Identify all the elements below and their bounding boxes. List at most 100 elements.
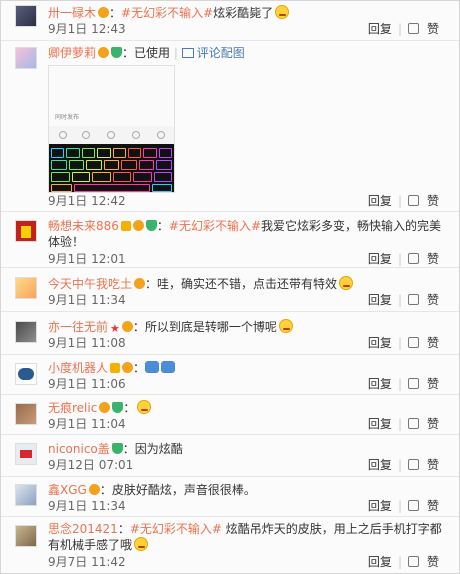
comment-body: 思念201421：#无幻彩不输入# 炫酷吊炸天的皮肤，用上之后手机打字都有机械手… [48, 522, 442, 552]
comment-item: 亦一往无前 ★ ：所以到底是转哪一个博呢 9月1日 11:08 回复 | 赞 [1, 312, 459, 355]
timestamp: 9月1日 12:01 [48, 252, 126, 266]
like-label: 赞 [426, 194, 439, 208]
separator: | [173, 46, 178, 60]
thumbs-up-icon [407, 294, 419, 305]
timestamp: 9月7日 11:42 [48, 555, 126, 569]
like-button[interactable]: 赞 [407, 499, 439, 513]
username[interactable]: 小度机器人 [48, 361, 108, 375]
like-button[interactable]: 赞 [407, 458, 439, 472]
username[interactable]: niconico盖 [48, 442, 110, 456]
reply-button[interactable]: 回复 [368, 458, 392, 472]
comment-actions: 回复 | 赞 [367, 555, 439, 569]
avatar[interactable] [15, 220, 37, 242]
cool-emoji-icon [161, 361, 176, 373]
comment-text: ：已使用 [122, 46, 171, 60]
like-label: 赞 [426, 293, 439, 307]
vip-badge-icon [121, 321, 133, 332]
avatar[interactable] [15, 484, 37, 506]
thumbs-up-icon [407, 195, 419, 206]
comment-body: 小度机器人 ： [48, 360, 445, 376]
reply-button[interactable]: 回复 [368, 499, 392, 513]
reply-button[interactable]: 回复 [368, 377, 392, 391]
avatar[interactable] [15, 525, 37, 547]
comment-actions: 回复 | 赞 [367, 252, 439, 266]
avatar[interactable] [15, 403, 37, 425]
username[interactable]: 卿伊萝莉 [48, 46, 96, 60]
comment-body: 无痕relic ： [48, 400, 445, 416]
comment-body: 卅一碌木 ：#无幻彩不输入#炫彩酷毙了 [48, 5, 445, 21]
username[interactable]: 畅想未来886 [48, 219, 119, 233]
like-button[interactable]: 赞 [407, 377, 439, 391]
username[interactable]: 亦一往无前 [48, 320, 108, 334]
comment-text: ： [123, 401, 136, 415]
topic-link[interactable]: #无幻彩不输入# [169, 219, 261, 233]
comment-body: niconico盖 ：因为炫酷 [48, 441, 445, 457]
comment-actions: 回复 | 赞 [367, 458, 439, 472]
image-caption: 同时发布 [55, 114, 80, 121]
comment-actions: 回复 | 赞 [367, 377, 439, 391]
comment-body: 鑫XGG ：皮肤好酷炫，声音很很棒。 [48, 482, 445, 498]
username[interactable]: 卅一碌木 [48, 6, 96, 20]
reply-button[interactable]: 回复 [368, 22, 392, 36]
topic-link[interactable]: #无幻彩不输入# [121, 6, 213, 20]
like-label: 赞 [426, 22, 439, 36]
like-button[interactable]: 赞 [407, 293, 439, 307]
like-label: 赞 [426, 252, 439, 266]
avatar[interactable] [15, 47, 37, 69]
like-button[interactable]: 赞 [407, 22, 439, 36]
username[interactable]: 思念201421 [48, 522, 118, 536]
comment-text: ：哇，确实还不错，点击还带有特效 [145, 277, 338, 291]
vip-badge-icon [132, 220, 144, 231]
thumbs-up-icon [407, 23, 419, 34]
comment-body: 畅想未来886 ：#无幻彩不输入#我爱它炫彩多变，畅快输入的完美体验！ [48, 219, 442, 249]
comment-actions: 回复 | 赞 [367, 293, 439, 307]
thumbs-up-icon [407, 500, 419, 511]
avatar[interactable] [15, 363, 37, 385]
reply-button[interactable]: 回复 [368, 252, 392, 266]
thumbs-up-icon [407, 459, 419, 470]
reply-button[interactable]: 回复 [368, 194, 392, 208]
like-button[interactable]: 赞 [407, 417, 439, 431]
reply-button[interactable]: 回复 [368, 336, 392, 350]
vip-badge-icon [98, 7, 110, 18]
timestamp: 9月1日 11:34 [48, 293, 126, 307]
reply-button[interactable]: 回复 [368, 417, 392, 431]
like-button[interactable]: 赞 [407, 252, 439, 266]
comment-meta: 9月1日 12:01 回复 | 赞 [48, 251, 445, 267]
comment-item: 无痕relic ： 9月1日 11:04 回复 | 赞 [1, 395, 459, 435]
reply-button[interactable]: 回复 [368, 293, 392, 307]
comment-item: 鑫XGG ：皮肤好酷炫，声音很很棒。 9月1日 11:34 回复 | 赞 [1, 477, 459, 517]
reply-button[interactable]: 回复 [368, 555, 392, 569]
avatar[interactable] [15, 443, 37, 465]
verified-badge-icon [110, 363, 121, 373]
username[interactable]: 鑫XGG [48, 483, 87, 497]
laugh-emoji-icon [339, 276, 354, 290]
medal-badge-icon [111, 443, 123, 454]
comment-image[interactable]: 同时发布 [48, 65, 175, 193]
laugh-emoji-icon [134, 537, 149, 551]
comment-text: ： [133, 361, 146, 375]
comment-feed: 卅一碌木 ：#无幻彩不输入#炫彩酷毙了 9月1日 12:43 回复 | 赞 卿伊萝莉：… [0, 0, 460, 574]
topic-link[interactable]: #无幻彩不输入# [130, 522, 222, 536]
comment-image-link[interactable]: 评论配图 [181, 46, 245, 60]
like-label: 赞 [426, 499, 439, 513]
timestamp: 9月1日 11:04 [48, 417, 126, 431]
comment-text: ：皮肤好酷炫，声音很很棒。 [99, 483, 256, 497]
avatar[interactable] [15, 321, 37, 343]
timestamp: 9月1日 11:06 [48, 377, 126, 391]
comment-meta: 9月1日 12:42 回复 | 赞 [48, 193, 445, 209]
like-button[interactable]: 赞 [407, 555, 439, 569]
verified-badge-icon [120, 221, 131, 231]
like-button[interactable]: 赞 [407, 194, 439, 208]
laugh-emoji-icon [278, 319, 293, 333]
username[interactable]: 今天中午我吃土 [48, 277, 132, 291]
avatar[interactable] [15, 5, 37, 27]
vip-badge-icon [88, 484, 100, 495]
username[interactable]: 无痕relic [48, 401, 97, 415]
medal-badge-icon [111, 47, 123, 58]
avatar[interactable] [15, 277, 37, 299]
like-button[interactable]: 赞 [407, 336, 439, 350]
timestamp: 9月12日 07:01 [48, 458, 134, 472]
thumbs-up-icon [407, 378, 419, 389]
vip-badge-icon [99, 402, 111, 413]
